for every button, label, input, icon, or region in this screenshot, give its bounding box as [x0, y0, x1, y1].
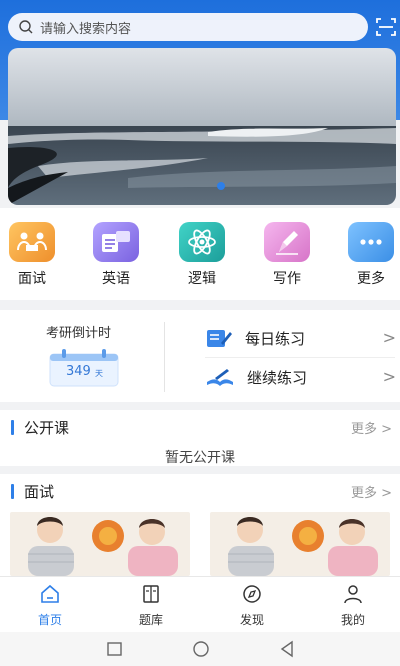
- chevron-right-icon: >: [382, 328, 396, 347]
- open-book-icon: [207, 369, 233, 386]
- book-icon: [143, 585, 159, 603]
- section-marker: [11, 420, 14, 435]
- banner-seascape-image: [8, 48, 396, 205]
- chevron-right-icon: >: [382, 367, 396, 386]
- countdown-days: 349: [66, 364, 91, 379]
- daily-practice-row[interactable]: 每日练习 >: [205, 321, 400, 355]
- user-icon: [344, 585, 362, 604]
- practice-label: 继续练习: [247, 368, 308, 387]
- home-circle-icon[interactable]: [191, 640, 211, 658]
- back-triangle-icon[interactable]: [278, 640, 296, 658]
- banner-carousel[interactable]: [8, 48, 396, 205]
- tab-discover[interactable]: 发现: [222, 583, 282, 628]
- section-title: 面试: [24, 483, 55, 501]
- interview-video-thumbnail[interactable]: [210, 512, 390, 576]
- category-english[interactable]: 英语: [86, 222, 146, 288]
- continue-practice-row[interactable]: 继续练习 >: [205, 360, 400, 394]
- carousel-indicator[interactable]: [217, 182, 225, 190]
- search-bar[interactable]: 请输入搜索内容: [8, 13, 368, 41]
- scan-icon[interactable]: [375, 16, 397, 38]
- system-navigation-bar: [0, 632, 400, 666]
- tab-label: 题库: [138, 613, 163, 627]
- open-course-section: 公开课 更多 > 暂无公开课: [0, 410, 400, 466]
- practice-label: 每日练习: [245, 329, 306, 348]
- english-icon: [93, 222, 139, 262]
- tab-label: 首页: [37, 613, 62, 627]
- tab-mine[interactable]: 我的: [323, 583, 383, 628]
- countdown-title: 考研倒计时: [46, 326, 112, 341]
- tab-label: 我的: [340, 613, 365, 627]
- more-dots-icon: [348, 222, 394, 262]
- category-label: 逻辑: [188, 271, 216, 287]
- tab-question-bank[interactable]: 题库: [121, 583, 181, 628]
- writing-pen-icon: [264, 222, 310, 262]
- interview-icon: [9, 222, 55, 262]
- category-label: 英语: [102, 271, 130, 287]
- logic-atom-icon: [179, 222, 225, 262]
- section-marker: [11, 484, 14, 499]
- bottom-tab-bar: 首页 题库 发现 我的: [0, 576, 400, 633]
- category-writing[interactable]: 写作: [257, 222, 317, 288]
- category-label: 写作: [273, 271, 301, 287]
- search-input[interactable]: 请输入搜索内容: [40, 18, 131, 37]
- interview-video-thumbnail[interactable]: [10, 512, 190, 576]
- more-link[interactable]: 更多 >: [351, 482, 392, 501]
- category-grid: 面试 英语 逻辑 写作 更多: [0, 208, 400, 300]
- category-logic[interactable]: 逻辑: [172, 222, 232, 288]
- compass-icon: [243, 585, 261, 603]
- more-link[interactable]: 更多 >: [351, 418, 392, 437]
- recent-apps-icon[interactable]: [106, 641, 124, 657]
- divider: [164, 322, 165, 392]
- section-title: 公开课: [24, 419, 70, 437]
- category-more[interactable]: 更多: [341, 222, 400, 288]
- notepad-pen-icon: [207, 330, 232, 347]
- tab-home[interactable]: 首页: [20, 583, 80, 628]
- empty-state-text: 暂无公开课: [165, 450, 235, 466]
- search-icon: [19, 20, 33, 34]
- home-icon: [41, 584, 59, 603]
- divider: [205, 357, 395, 358]
- category-label: 面试: [18, 271, 46, 287]
- countdown-unit: 天: [95, 369, 103, 378]
- category-interview[interactable]: 面试: [2, 222, 62, 288]
- category-label: 更多: [357, 271, 385, 287]
- tab-label: 发现: [239, 613, 264, 627]
